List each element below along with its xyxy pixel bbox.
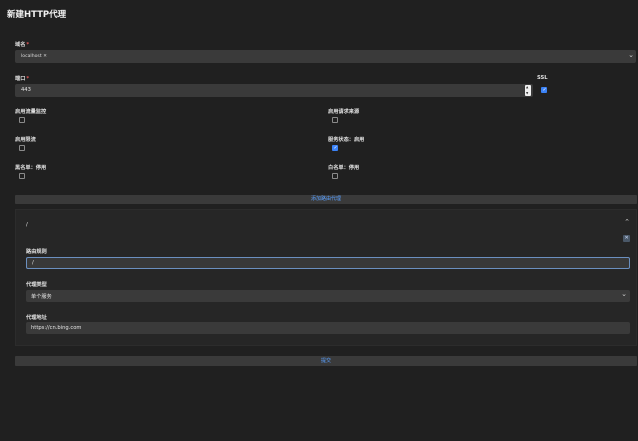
route-rule-label: 路由规则 <box>26 249 47 255</box>
submit-button[interactable]: 提交 <box>15 356 637 366</box>
close-icon[interactable]: ✕ <box>623 235 630 242</box>
port-label-text: 端口 <box>15 76 26 82</box>
ssl-checkbox[interactable] <box>541 87 547 93</box>
domain-label-text: 域名 <box>15 42 26 48</box>
whitelist-checkbox[interactable] <box>332 173 338 179</box>
port-value: 443 <box>21 87 31 93</box>
chevron-down-icon: ⌄ <box>621 290 627 298</box>
proxy-type-label: 代理类型 <box>26 282 47 288</box>
proxy-type-select[interactable]: 单个服务 ⌄ <box>26 290 630 302</box>
domain-chip-label: localhost <box>21 53 42 59</box>
ssl-label: SSL <box>537 75 548 81</box>
route-rule-input[interactable]: / <box>26 257 630 269</box>
rate-limit-label: 启用限流 <box>15 137 36 143</box>
page-title: 新建HTTP代理 <box>7 10 67 20</box>
proxy-type-value: 单个服务 <box>31 293 52 300</box>
add-route-button[interactable]: 添加路由代理 <box>15 195 637 204</box>
domain-select[interactable]: localhost ✕ ⌄ <box>15 50 636 63</box>
traffic-monitor-checkbox[interactable] <box>19 117 25 123</box>
stepper-up-icon[interactable]: ▲ <box>526 85 528 89</box>
port-label: 端口* <box>15 75 29 82</box>
chip-remove-icon[interactable]: ✕ <box>43 54 47 59</box>
proxy-address-input[interactable]: https://cn.bing.com <box>26 322 630 334</box>
port-input[interactable]: 443 ▲ ▼ <box>15 84 533 97</box>
required-mark: * <box>26 76 30 82</box>
blacklist-label: 黑名单：停用 <box>15 165 47 171</box>
proxy-address-value: https://cn.bing.com <box>31 324 82 331</box>
route-rule-value: / <box>32 260 34 266</box>
blacklist-checkbox[interactable] <box>19 173 25 179</box>
domain-label: 域名* <box>15 41 29 48</box>
rate-limit-checkbox[interactable] <box>19 145 25 151</box>
whitelist-label: 白名单：停用 <box>328 165 360 171</box>
stepper-down-icon[interactable]: ▼ <box>526 91 528 95</box>
traffic-monitor-label: 启用流量监控 <box>15 109 47 115</box>
port-stepper[interactable]: ▲ ▼ <box>525 85 531 96</box>
service-status-label: 服务状态：启用 <box>328 137 365 143</box>
service-status-checkbox[interactable] <box>332 145 338 151</box>
domain-chip: localhost ✕ <box>21 54 47 59</box>
chevron-up-icon[interactable]: ⌃ <box>624 218 630 226</box>
route-panel: / ⌃ ✕ 路由规则 / 代理类型 单个服务 ⌄ 代理地址 https://cn… <box>15 209 637 346</box>
chevron-down-icon: ⌄ <box>628 51 634 59</box>
proxy-address-label: 代理地址 <box>26 315 47 321</box>
request-source-label: 启用请求来源 <box>328 109 360 115</box>
required-mark: * <box>26 42 30 48</box>
request-source-checkbox[interactable] <box>332 117 338 123</box>
route-path-title: / <box>26 222 28 228</box>
